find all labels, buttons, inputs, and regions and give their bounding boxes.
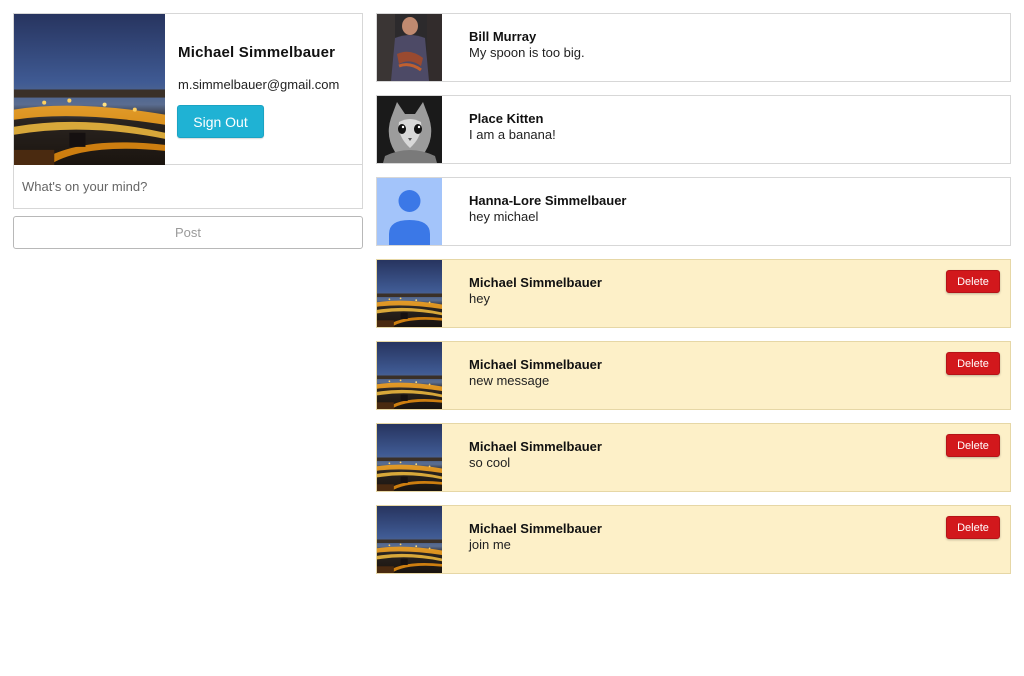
post-text: My spoon is too big. <box>469 45 585 60</box>
delete-button[interactable]: Delete <box>946 434 1000 457</box>
post-text: join me <box>469 537 511 552</box>
avatar <box>377 14 442 81</box>
profile-photo <box>14 14 165 165</box>
own-post-item: Michael Simmelbauer join me Delete <box>376 505 1011 574</box>
post-item: Place Kitten I am a banana! <box>376 95 1011 164</box>
post-author: Hanna-Lore Simmelbauer <box>469 193 627 208</box>
delete-button[interactable]: Delete <box>946 352 1000 375</box>
post-text: I am a banana! <box>469 127 556 142</box>
post-author: Michael Simmelbauer <box>469 275 602 290</box>
sign-out-button[interactable]: Sign Out <box>177 105 264 138</box>
post-feed: Bill Murray My spoon is too big. Place K… <box>376 13 1011 587</box>
post-author: Michael Simmelbauer <box>469 439 602 454</box>
delete-button[interactable]: Delete <box>946 516 1000 539</box>
post-author: Michael Simmelbauer <box>469 521 602 536</box>
avatar <box>377 260 442 327</box>
post-text: hey michael <box>469 209 539 224</box>
own-post-item: Michael Simmelbauer so cool Delete <box>376 423 1011 492</box>
avatar <box>377 342 442 409</box>
post-author: Bill Murray <box>469 29 537 44</box>
avatar <box>377 424 442 491</box>
post-item: Bill Murray My spoon is too big. <box>376 13 1011 82</box>
post-button[interactable]: Post <box>13 216 363 249</box>
own-post-item: Michael Simmelbauer hey Delete <box>376 259 1011 328</box>
profile-name: Michael Simmelbauer <box>178 44 336 61</box>
profile-email: m.simmelbauer@gmail.com <box>178 77 340 92</box>
post-author: Place Kitten <box>469 111 544 126</box>
own-post-item: Michael Simmelbauer new message Delete <box>376 341 1011 410</box>
avatar <box>377 506 442 573</box>
profile-card: Michael Simmelbauer m.simmelbauer@gmail.… <box>13 13 363 165</box>
post-author: Michael Simmelbauer <box>469 357 602 372</box>
status-input[interactable] <box>13 165 363 209</box>
post-text: hey <box>469 291 490 306</box>
default-user-avatar-icon <box>377 178 442 245</box>
post-text: so cool <box>469 455 511 470</box>
avatar <box>377 96 442 163</box>
delete-button[interactable]: Delete <box>946 270 1000 293</box>
post-item: Hanna-Lore Simmelbauer hey michael <box>376 177 1011 246</box>
post-text: new message <box>469 373 550 388</box>
